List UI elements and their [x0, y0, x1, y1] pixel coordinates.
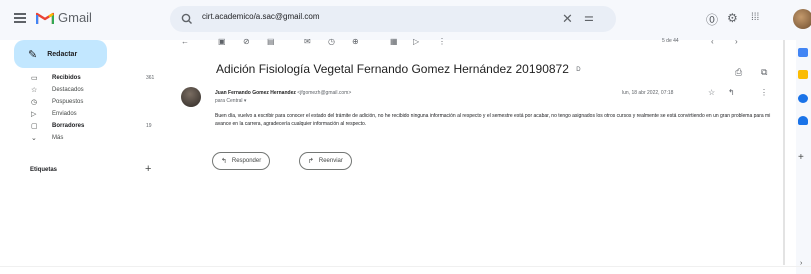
sidebar-item-count: 19	[146, 123, 152, 129]
account-avatar[interactable]	[793, 9, 811, 29]
search-options-icon[interactable]: ⚌	[584, 11, 594, 24]
contacts-icon[interactable]	[798, 116, 808, 125]
sidebar-item-count: 361	[146, 75, 155, 81]
tasks-icon[interactable]	[798, 94, 808, 103]
open-new-window-icon[interactable]: ⧉	[761, 67, 767, 78]
sidebar-item-snoozed[interactable]: ◷ Pospuestos	[0, 96, 160, 108]
print-icon[interactable]: ⎙	[735, 67, 742, 78]
help-icon[interactable]: ⓪	[706, 11, 718, 28]
sender-avatar[interactable]	[181, 87, 201, 107]
star-icon: ☆	[31, 87, 38, 94]
sidebar-item-more[interactable]: ⌄ Más	[0, 132, 160, 144]
reply-icon[interactable]: ↰	[728, 88, 735, 97]
sidebar-item-label: Recibidos	[52, 75, 81, 81]
app-name: Gmail	[58, 10, 92, 25]
clock-icon: ◷	[31, 99, 38, 106]
sender-name[interactable]: Juan Fernando Gomez Hernandez	[215, 90, 296, 96]
newer-chevron-icon[interactable]: ›	[735, 37, 738, 46]
apps-grid-icon[interactable]: ⁞⁞⁞	[751, 12, 759, 23]
older-chevron-icon[interactable]: ‹	[711, 37, 714, 46]
sender-line: Juan Fernando Gomez Hernandez <jfgomezh@…	[215, 90, 351, 96]
gmail-logo[interactable]: Gmail	[36, 10, 92, 25]
reply-button[interactable]: ↰ Responder	[212, 152, 271, 170]
label-icon[interactable]: ▷	[413, 37, 419, 46]
report-spam-icon[interactable]: ⊘	[243, 37, 250, 46]
add-task-icon[interactable]: ⊕	[352, 37, 359, 46]
sidebar-item-inbox[interactable]: ▭ Recibidos 361	[0, 72, 160, 84]
sidebar-item-starred[interactable]: ☆ Destacados	[0, 84, 160, 96]
email-date: lun, 18 abr 2022, 07:18	[622, 90, 674, 96]
email-subject: Adición Fisiología Vegetal Fernando Gome…	[216, 62, 581, 76]
pagination-text: 5 de 44	[662, 38, 679, 44]
sidebar-item-label: Destacados	[52, 87, 84, 93]
calendar-icon[interactable]	[798, 48, 808, 57]
draft-icon: ▢	[31, 123, 38, 130]
side-panel: + ›	[796, 40, 811, 274]
delete-icon[interactable]: ▤	[267, 37, 275, 46]
add-label-icon[interactable]: +	[145, 163, 151, 175]
main-menu-icon[interactable]	[14, 13, 26, 23]
gmail-m-icon	[36, 12, 54, 24]
back-arrow-icon[interactable]: ←	[181, 37, 189, 46]
forward-label: Reenviar	[318, 158, 343, 164]
search-input[interactable]	[202, 12, 542, 21]
recipient-line[interactable]: para Central ▾	[215, 98, 246, 104]
subject-text: Adición Fisiología Vegetal Fernando Gome…	[216, 62, 569, 76]
search-icon[interactable]	[180, 12, 194, 26]
reply-arrow-icon: ↰	[221, 158, 227, 165]
sidebar-item-sent[interactable]: ▷ Enviados	[0, 108, 160, 120]
forward-button[interactable]: ↱ Reenviar	[299, 152, 352, 170]
compose-label: Redactar	[47, 50, 78, 58]
sidebar-item-label: Más	[52, 135, 64, 141]
archive-icon[interactable]: ▣	[218, 37, 226, 46]
star-icon[interactable]: ☆	[708, 88, 715, 97]
compose-button[interactable]: ✎ Redactar	[14, 40, 107, 68]
sidebar-nav: ▭ Recibidos 361 ☆ Destacados ◷ Pospuesto…	[0, 72, 160, 144]
message-toolbar: ← ▣ ⊘ ▤ ✉ ◷ ⊕ ▦ ▷ ⋮ 5 de 44 ‹ ›	[165, 37, 785, 53]
snooze-icon[interactable]: ◷	[328, 37, 335, 46]
reply-label: Responder	[231, 158, 262, 164]
move-to-icon[interactable]: ▦	[390, 37, 398, 46]
sidebar-item-label: Enviados	[52, 111, 77, 117]
get-addons-icon[interactable]: +	[798, 152, 804, 163]
sidebar-item-label: Borradores	[52, 123, 85, 129]
scrollbar[interactable]	[783, 40, 785, 265]
important-tag[interactable]: D	[576, 67, 580, 73]
keep-icon[interactable]	[798, 70, 808, 79]
more-options-icon[interactable]: ⋮	[438, 37, 446, 46]
labels-heading: Etiquetas	[30, 167, 58, 173]
clear-search-icon[interactable]: ✕	[562, 11, 573, 27]
sender-email: <jfgomezh@gmail.com>	[297, 90, 352, 96]
chevron-down-icon: ⌄	[31, 135, 37, 142]
bottom-divider	[0, 266, 811, 267]
inbox-icon: ▭	[31, 75, 38, 82]
send-icon: ▷	[31, 111, 37, 118]
more-vert-icon[interactable]: ⋮	[760, 88, 768, 97]
sidebar-item-label: Pospuestos	[52, 99, 84, 105]
email-body: Buen día, vuelvo a escribir para conocer…	[215, 113, 771, 127]
search-bar[interactable]: ✕ ⚌	[170, 6, 616, 32]
mark-unread-icon[interactable]: ✉	[304, 37, 311, 46]
pencil-icon: ✎	[28, 48, 38, 61]
forward-arrow-icon: ↱	[308, 158, 314, 165]
sidebar-item-drafts[interactable]: ▢ Borradores 19	[0, 120, 160, 132]
top-bar: Gmail ✕ ⚌ ⓪ ⚙ ⁞⁞⁞	[0, 0, 811, 40]
settings-gear-icon[interactable]: ⚙	[727, 11, 738, 25]
